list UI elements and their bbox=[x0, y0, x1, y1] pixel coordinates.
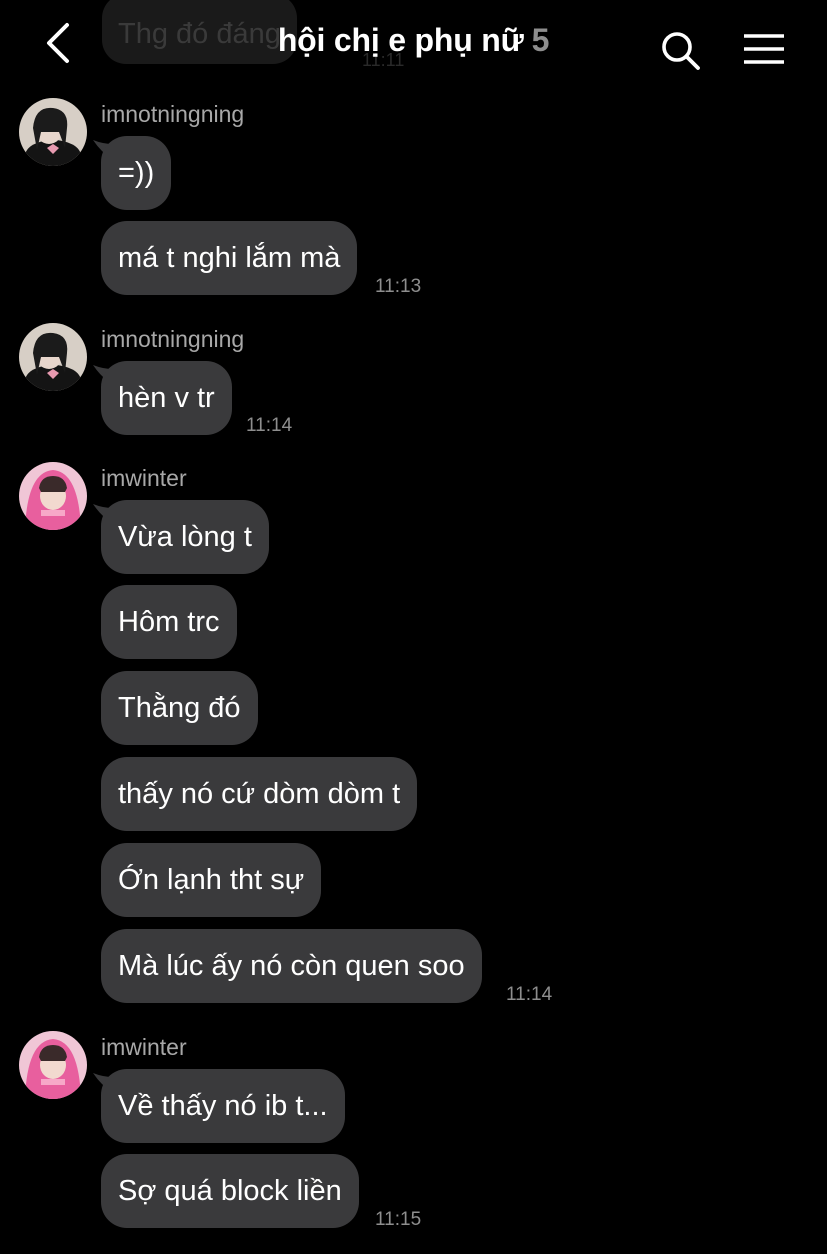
message-text: Mà lúc ấy nó còn quen soo bbox=[118, 950, 465, 982]
message-text: hèn v tr bbox=[118, 382, 215, 414]
sender-name[interactable]: imnotningning bbox=[101, 326, 244, 353]
message-time: 11:14 bbox=[246, 415, 293, 436]
sender-name[interactable]: imnotningning bbox=[101, 101, 244, 128]
sender-name[interactable]: imwinter bbox=[101, 465, 187, 492]
message-text: Hôm trc bbox=[118, 606, 220, 638]
message-bubble[interactable]: thấy nó cứ dòm dòm t bbox=[101, 757, 418, 831]
avatar-photo bbox=[19, 1031, 87, 1099]
message-text: Về thấy nó ib t... bbox=[118, 1090, 328, 1122]
message-bubble[interactable]: Về thấy nó ib t... bbox=[101, 1069, 345, 1143]
message-time: 11:13 bbox=[375, 276, 422, 297]
message-text: Vừa lòng t bbox=[118, 521, 252, 553]
message-text: Thằng đó bbox=[118, 692, 241, 724]
message-bubble[interactable]: Sợ quá block liền bbox=[101, 1154, 359, 1228]
message-bubble[interactable]: má t nghi lắm mà bbox=[101, 221, 358, 295]
message-bubble[interactable]: Hôm trc bbox=[101, 585, 237, 659]
search-button[interactable] bbox=[656, 26, 706, 76]
message-bubble[interactable]: Mà lúc ấy nó còn quen soo bbox=[101, 929, 482, 1003]
message-time: 11:14 bbox=[506, 984, 553, 1005]
chat-screen: Thg đó đáng 11:11 hội chị e phụ nữ 5 imn… bbox=[0, 0, 827, 1254]
message-text: Ớn lạnh tht sự bbox=[118, 864, 305, 896]
message-bubble[interactable]: Thằng đó bbox=[101, 671, 258, 745]
group-name: hội chị e phụ nữ bbox=[277, 22, 524, 58]
message-text: =)) bbox=[118, 157, 155, 189]
message-text: má t nghi lắm mà bbox=[118, 242, 341, 274]
search-icon bbox=[662, 32, 700, 70]
avatar-photo bbox=[19, 462, 87, 530]
avatar-photo bbox=[19, 323, 87, 391]
sender-avatar[interactable] bbox=[19, 98, 87, 166]
message-bubble[interactable]: =)) bbox=[101, 136, 172, 210]
member-count: 5 bbox=[531, 22, 550, 58]
message-bubble[interactable]: hèn v tr bbox=[101, 361, 232, 435]
menu-button[interactable] bbox=[738, 26, 790, 72]
message-text: Sợ quá block liền bbox=[118, 1175, 342, 1207]
message-bubble[interactable]: Ớn lạnh tht sự bbox=[101, 843, 322, 917]
avatar-photo bbox=[19, 98, 87, 166]
sender-name[interactable]: imwinter bbox=[101, 1034, 187, 1061]
sender-avatar[interactable] bbox=[19, 1031, 87, 1099]
message-text: thấy nó cứ dòm dòm t bbox=[118, 778, 401, 810]
sender-avatar[interactable] bbox=[19, 323, 87, 391]
message-time: 11:15 bbox=[375, 1209, 422, 1230]
sender-avatar[interactable] bbox=[19, 462, 87, 530]
chat-header: Thg đó đáng 11:11 hội chị e phụ nữ 5 bbox=[0, 0, 827, 92]
message-bubble[interactable]: Vừa lòng t bbox=[101, 500, 269, 574]
hamburger-menu-icon bbox=[744, 34, 784, 64]
